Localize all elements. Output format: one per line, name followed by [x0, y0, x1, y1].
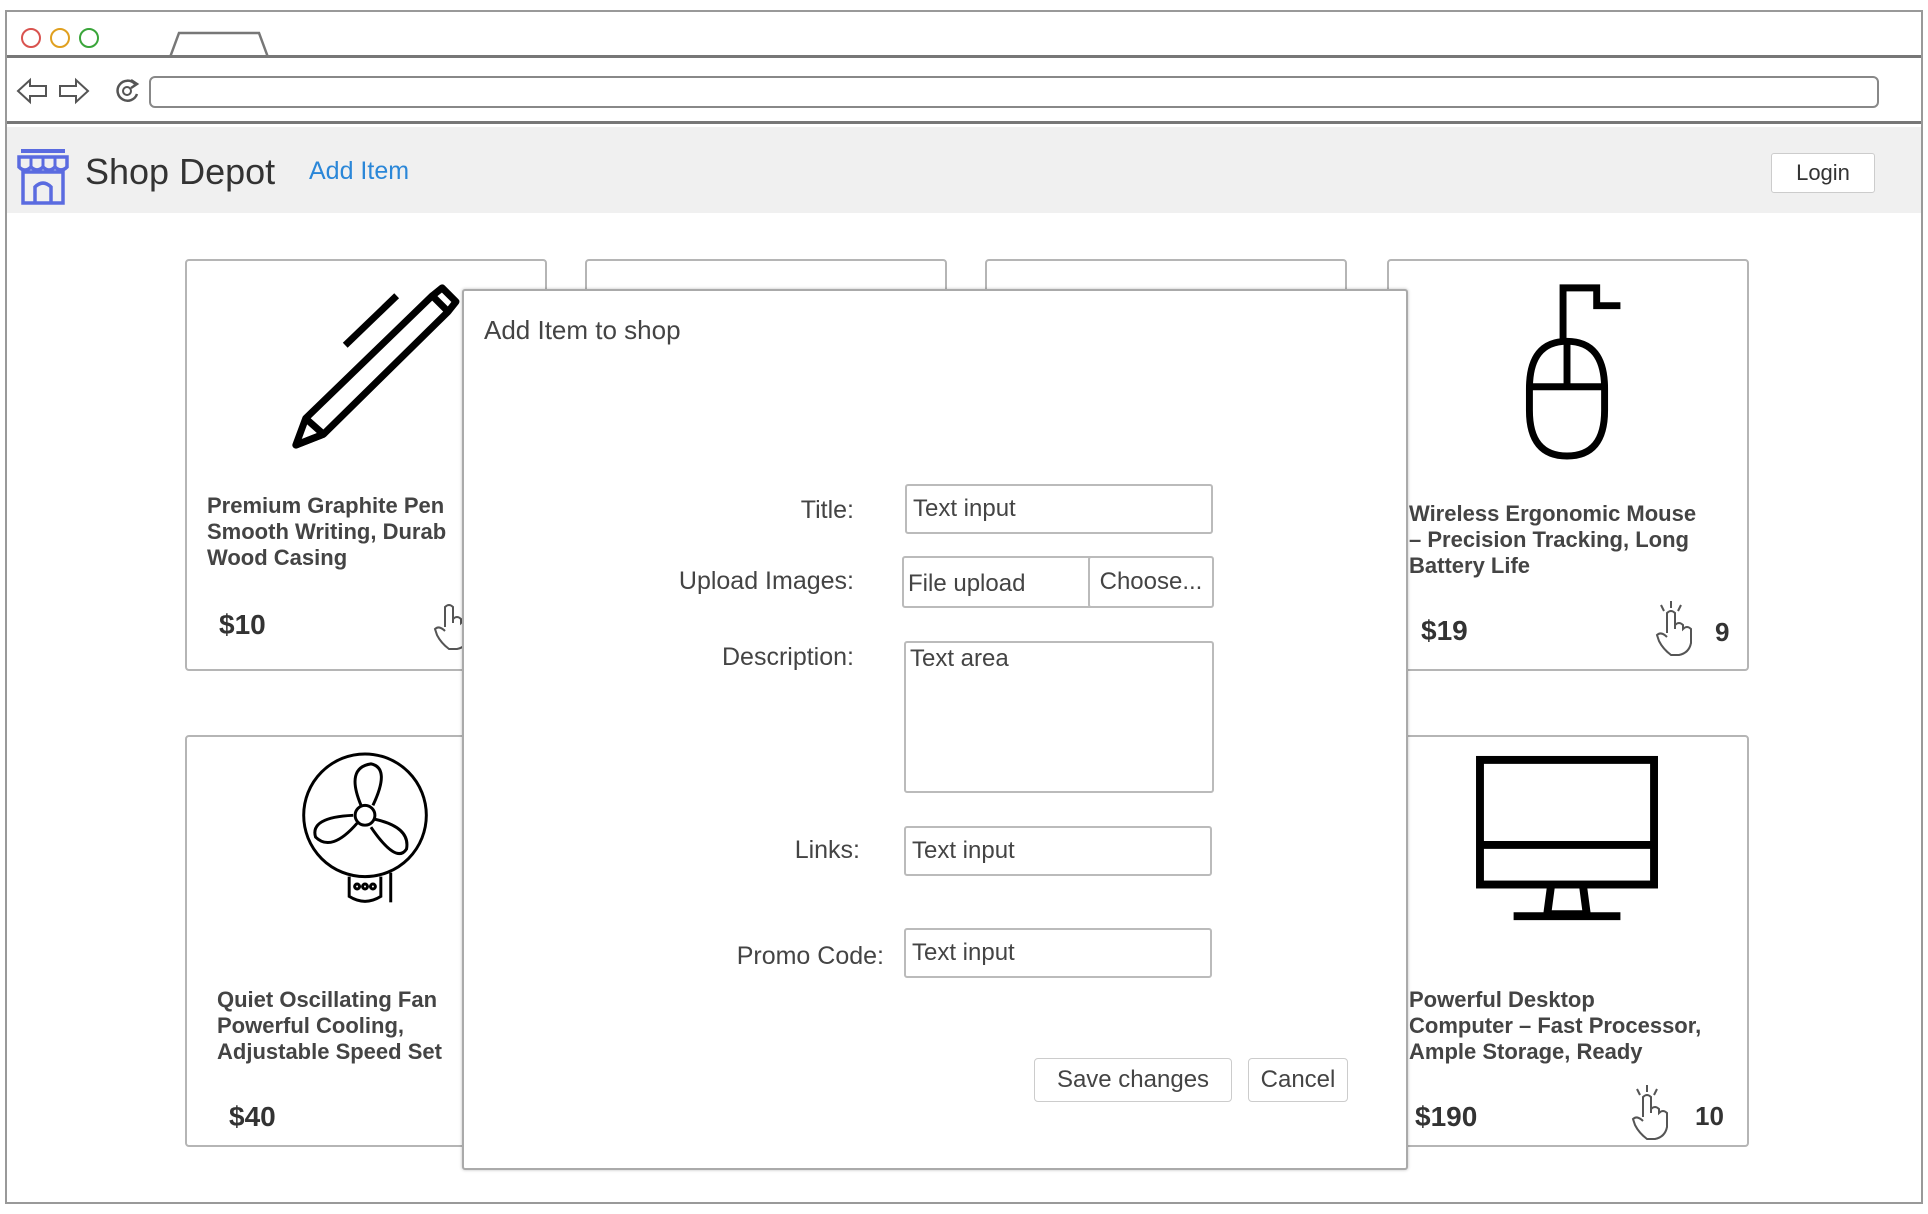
title-label: Title:: [800, 496, 854, 524]
maximize-window-button[interactable]: [79, 28, 99, 48]
title-input[interactable]: [905, 484, 1213, 534]
promo-code-input[interactable]: [904, 928, 1212, 978]
file-upload-field[interactable]: File upload Choose...: [902, 556, 1214, 608]
product-title: Powerful Desktop Computer – Fast Process…: [1409, 987, 1702, 1064]
app-header: Shop Depot Add Item Login: [7, 127, 1921, 213]
nav-add-item-link[interactable]: Add Item: [309, 157, 409, 186]
hand-pointer-icon[interactable]: [1625, 1083, 1675, 1143]
promo-code-label: Promo Code:: [736, 942, 884, 970]
product-likes: 10: [1695, 1101, 1724, 1131]
product-card[interactable]: Powerful Desktop Computer – Fast Process…: [1387, 735, 1749, 1147]
forward-arrow-icon[interactable]: [57, 76, 91, 106]
browser-tab[interactable]: [167, 31, 271, 61]
browser-window: Shop Depot Add Item Login Premium Graphi…: [5, 10, 1923, 1204]
product-card[interactable]: Wireless Ergonomic Mouse – Precision Tra…: [1387, 259, 1749, 671]
reload-icon[interactable]: [111, 76, 145, 106]
modal-title: Add Item to shop: [484, 315, 681, 345]
login-button[interactable]: Login: [1771, 153, 1875, 193]
mouse-icon: [1525, 284, 1621, 460]
product-title: Wireless Ergonomic Mouse – Precision Tra…: [1409, 501, 1697, 578]
product-price: $19: [1421, 615, 1468, 646]
save-changes-button[interactable]: Save changes: [1034, 1058, 1232, 1102]
description-label: Description:: [722, 643, 854, 671]
product-price: $190: [1415, 1101, 1478, 1132]
cancel-button[interactable]: Cancel: [1248, 1058, 1348, 1102]
links-input[interactable]: [904, 826, 1212, 876]
file-upload-value: File upload: [908, 570, 1026, 597]
brand-name: Shop Depot: [85, 151, 276, 192]
url-input[interactable]: [149, 76, 1879, 108]
product-price: $10: [219, 609, 266, 640]
close-window-button[interactable]: [21, 28, 41, 48]
choose-file-button[interactable]: Choose...: [1088, 556, 1214, 608]
upload-images-label: Upload Images:: [678, 567, 854, 595]
store-logo-icon: [17, 149, 69, 205]
browser-addressbar: [7, 58, 1921, 124]
minimize-window-button[interactable]: [50, 28, 70, 48]
product-price: $40: [229, 1101, 276, 1132]
description-textarea[interactable]: Text area: [904, 641, 1214, 793]
back-arrow-icon[interactable]: [15, 76, 49, 106]
links-label: Links:: [794, 836, 860, 864]
add-item-modal: Add Item to shop Title: Upload Images: F…: [462, 289, 1408, 1170]
desktop-computer-icon: [1476, 755, 1658, 921]
browser-titlebar: [7, 12, 1921, 61]
product-likes: 9: [1715, 617, 1730, 647]
hand-pointer-icon[interactable]: [1649, 599, 1699, 659]
